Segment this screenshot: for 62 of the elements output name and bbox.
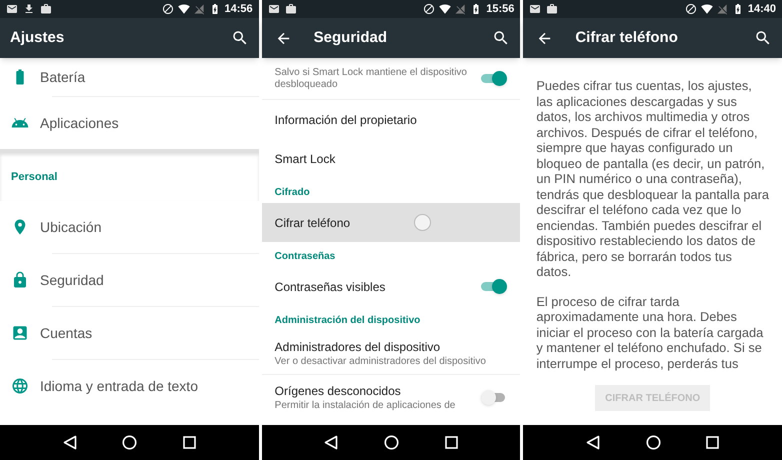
back-triangle-icon[interactable] bbox=[324, 435, 338, 450]
preference-summary: Permitir la instalación de aplicaciones de bbox=[274, 400, 456, 412]
recents-square-icon[interactable] bbox=[444, 436, 458, 449]
description-paragraph: Puedes cifrar tus cuentas, los ajustes, las aplicaciones descargadas y sus datos, los archivos multimedia y otros archivos. Después de cifrar el teléfono, siempre que hayas configurado un bloqueo de pantalla (es decir, un patrón, un PIN numérico o una contraseña), tendrás que desbloquear la pantalla para descifrar el teléfono cada vez que lo enciendas. También puedes descifrar el dispositivo restableciendo los datos de fábrica, pero se borrarán todos tus datos. bbox=[536, 78, 770, 280]
description-paragraph: El proceso de cifrar tarda aproximadamente una hora. Debes iniciar el proceso con la batería cargada y mantener el teléfono enchufado. Si se interrumpe el proceso, perderás tus bbox=[536, 294, 764, 371]
preference-title: Smart Lock bbox=[274, 150, 336, 168]
section-header: Personal bbox=[11, 170, 58, 185]
back-triangle-icon[interactable] bbox=[586, 435, 600, 450]
settings-item[interactable]: Ubicación bbox=[0, 201, 259, 253]
settings-item[interactable]: Aplicaciones bbox=[0, 97, 259, 149]
home-circle-icon[interactable] bbox=[384, 435, 399, 450]
do-not-disturb-icon bbox=[684, 3, 697, 15]
home-circle-icon[interactable] bbox=[122, 435, 138, 450]
preference-title: Orígenes desconocidos bbox=[274, 383, 401, 400]
touch-indicator bbox=[414, 214, 431, 231]
wifi-icon bbox=[700, 3, 713, 15]
toggle-switch[interactable] bbox=[481, 278, 508, 294]
clock-time: 14:56 bbox=[224, 2, 253, 17]
settings-label: Seguridad bbox=[40, 270, 104, 290]
preference-summary: Ver o desactivar administradores del dispositivo bbox=[274, 356, 486, 368]
account-icon bbox=[11, 324, 29, 342]
settings-item[interactable]: Cuentas bbox=[0, 307, 259, 359]
screen-title: Ajustes bbox=[10, 28, 64, 48]
recents-square-icon[interactable] bbox=[706, 436, 720, 449]
do-not-disturb-icon bbox=[423, 3, 436, 15]
settings-item[interactable]: Batería bbox=[0, 58, 259, 96]
preference-item[interactable]: Cifrar teléfono bbox=[262, 203, 520, 242]
toggle-switch[interactable] bbox=[481, 389, 508, 405]
do-not-disturb-icon bbox=[162, 3, 174, 15]
no-signal-icon bbox=[455, 4, 466, 14]
preference-title: Cifrar teléfono bbox=[274, 214, 350, 232]
screen-title: Seguridad bbox=[314, 28, 388, 48]
recents-square-icon[interactable] bbox=[182, 436, 196, 449]
home-circle-icon[interactable] bbox=[646, 435, 661, 450]
no-signal-icon bbox=[716, 4, 728, 14]
settings-label: Aplicaciones bbox=[40, 114, 119, 133]
clock-time: 15:56 bbox=[486, 2, 514, 17]
preference-title: Administradores del dispositivo bbox=[274, 338, 440, 356]
lock-icon bbox=[11, 271, 29, 289]
preference-title: Contraseñas visibles bbox=[274, 278, 386, 296]
settings-label: Ubicación bbox=[40, 218, 102, 236]
settings-item[interactable]: Seguridad bbox=[0, 254, 259, 306]
clock-time: 14:40 bbox=[748, 2, 776, 17]
settings-label: Idioma y entrada de texto bbox=[40, 376, 198, 396]
preference-summary: Salvo si Smart Lock mantiene el dispositivo desbloqueado bbox=[274, 66, 468, 90]
search-icon[interactable] bbox=[754, 29, 772, 47]
category-header: Cifrado bbox=[274, 186, 310, 200]
settings-item[interactable]: Idioma y entrada de texto bbox=[0, 360, 259, 412]
settings-label: Cuentas bbox=[40, 324, 92, 342]
category-header: Contraseñas bbox=[274, 250, 336, 264]
wifi-icon bbox=[439, 3, 452, 15]
no-signal-icon bbox=[194, 4, 205, 14]
back-triangle-icon[interactable] bbox=[62, 435, 77, 450]
settings-label: Batería bbox=[40, 68, 86, 86]
category-header: Administración del dispositivo bbox=[274, 314, 420, 328]
globe-icon bbox=[11, 377, 29, 395]
toggle-switch[interactable] bbox=[481, 70, 508, 86]
screen-title: Cifrar teléfono bbox=[575, 28, 678, 48]
search-icon[interactable] bbox=[492, 29, 510, 47]
search-icon[interactable] bbox=[230, 29, 249, 47]
preference-title: Información del propietario bbox=[274, 112, 417, 128]
wifi-icon bbox=[178, 3, 190, 15]
